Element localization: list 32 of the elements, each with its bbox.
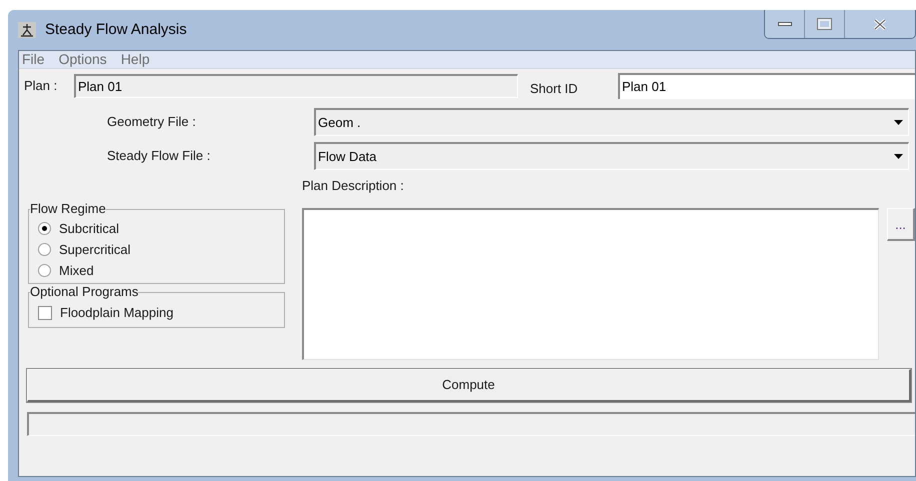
checkbox-option[interactable]: Floodplain Mapping (38, 303, 284, 323)
app-icon (18, 22, 36, 38)
menu-item[interactable]: Options (58, 49, 107, 70)
browse-button[interactable]: ... (887, 208, 915, 241)
radio-option[interactable]: Mixed (38, 260, 284, 281)
close-icon (873, 18, 887, 30)
menu-item[interactable]: Help (120, 49, 150, 70)
field-label: Short ID (530, 80, 579, 98)
dropdown-arrow-icon (894, 120, 903, 126)
dropdown[interactable]: Flow Data (314, 142, 909, 170)
radio-button[interactable] (38, 264, 51, 277)
window-title: Steady Flow Analysis (45, 20, 187, 40)
field-label: Steady Flow File : (106, 147, 212, 166)
field-label: Plan Description : (302, 177, 405, 195)
minimize-button[interactable] (765, 10, 805, 38)
field-label: Plan : (24, 77, 58, 96)
plan-field[interactable]: Plan 01 (74, 74, 518, 98)
short-id-field[interactable]: Plan 01 (618, 73, 915, 99)
radio-option[interactable]: Subcritical (38, 218, 284, 239)
maximize-button[interactable] (805, 10, 845, 38)
field-label: Geometry File : (106, 113, 197, 132)
radio-option[interactable]: Supercritical (38, 239, 284, 260)
dropdown[interactable]: Geom . (314, 108, 909, 136)
radio-button[interactable] (38, 222, 51, 235)
compute-button[interactable]: Compute (27, 369, 911, 402)
group-title: Optional Programs (30, 284, 138, 300)
plan-description-field[interactable] (302, 208, 879, 360)
dropdown-arrow-icon (894, 154, 903, 160)
group-title: Flow Regime (30, 201, 106, 217)
radio-button[interactable] (38, 243, 51, 256)
checkbox[interactable] (38, 306, 52, 320)
menu-item[interactable]: File (22, 49, 45, 70)
